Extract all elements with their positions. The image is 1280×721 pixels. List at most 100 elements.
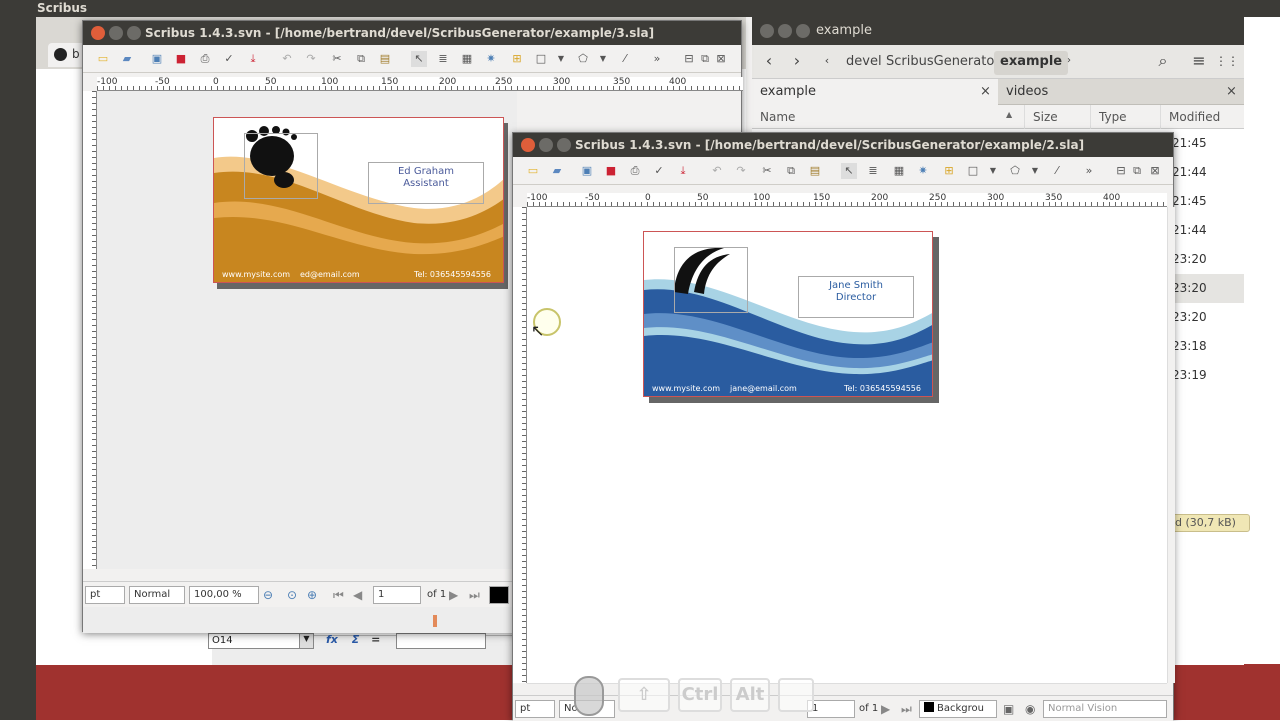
table-icon[interactable]: ⊞ <box>509 51 525 67</box>
chevron-down-icon[interactable]: ▼ <box>553 51 569 67</box>
name-text-frame[interactable]: Jane Smith Director <box>798 276 914 318</box>
undo-icon[interactable]: ↶ <box>279 51 295 67</box>
select-icon[interactable]: ↖ <box>411 51 427 67</box>
polygon-icon[interactable]: ⬠ <box>575 51 591 67</box>
zoom-input[interactable]: 100,00 % <box>189 586 259 604</box>
inner-minimize-icon[interactable]: ⊟ <box>681 51 697 67</box>
zoom-reset-icon[interactable]: ⊙ <box>287 588 297 602</box>
maximize-icon[interactable] <box>557 138 571 152</box>
preview-icon[interactable]: ▣ <box>1003 702 1014 716</box>
zoom-out-icon[interactable]: ⊖ <box>263 588 273 602</box>
new-document-icon[interactable]: ▭ <box>95 51 111 67</box>
table-icon[interactable]: ⊞ <box>941 163 957 179</box>
chevron-down-icon[interactable]: ▼ <box>299 634 313 648</box>
image-frame-icon[interactable]: ▦ <box>891 163 907 179</box>
last-page-icon[interactable]: ⏭ <box>469 588 480 603</box>
redo-icon[interactable]: ↷ <box>303 51 319 67</box>
maximize-icon[interactable] <box>796 24 810 38</box>
last-page-icon[interactable]: ⏭ <box>901 702 912 717</box>
copy-icon[interactable]: ⧉ <box>783 163 799 179</box>
menu-icon[interactable]: ≡ <box>1186 50 1212 74</box>
next-page-icon[interactable]: ▶ <box>449 588 458 602</box>
shape-icon[interactable]: □ <box>533 51 549 67</box>
layer-color-swatch[interactable] <box>489 586 509 604</box>
formula-input[interactable] <box>396 633 486 649</box>
page-input[interactable]: 1 <box>373 586 421 604</box>
save-icon[interactable]: ▣ <box>579 163 595 179</box>
pdf-icon[interactable]: ⤓ <box>675 163 691 179</box>
image-frame-icon[interactable]: ▦ <box>459 51 475 67</box>
forward-icon[interactable]: › <box>784 50 810 74</box>
prev-page-icon[interactable]: ◀ <box>353 588 362 602</box>
preflight-icon[interactable]: ✓ <box>651 163 667 179</box>
search-icon[interactable]: ⌕ <box>1150 50 1176 74</box>
line-icon[interactable]: ⁄ <box>1049 163 1065 179</box>
page-input[interactable]: 1 <box>807 700 855 718</box>
sigma-icon[interactable]: Σ <box>352 633 360 646</box>
eye-icon[interactable]: ◉ <box>1025 702 1035 716</box>
render-frame-icon[interactable]: ✷ <box>483 51 499 67</box>
close-icon[interactable] <box>760 24 774 38</box>
next-page-icon[interactable]: ▶ <box>881 702 890 716</box>
unit-select[interactable]: pt <box>515 700 555 718</box>
text-frame-icon[interactable]: ≣ <box>865 163 881 179</box>
close-tab-icon[interactable]: × <box>1226 79 1237 105</box>
pdf-icon[interactable]: ⤓ <box>245 51 261 67</box>
redo-icon[interactable]: ↷ <box>733 163 749 179</box>
inner-close-icon[interactable]: ⊠ <box>713 51 729 67</box>
undo-icon[interactable]: ↶ <box>709 163 725 179</box>
function-wizard-icon[interactable]: fx Σ = <box>326 633 380 646</box>
tab-videos[interactable]: videos <box>998 79 1244 105</box>
paste-icon[interactable]: ▤ <box>807 163 823 179</box>
image-mode-select[interactable]: Normal <box>129 586 185 604</box>
open-icon[interactable]: ▰ <box>549 163 565 179</box>
close-document-icon[interactable]: ■ <box>173 51 189 67</box>
print-icon[interactable]: ⎙ <box>627 163 643 179</box>
column-modified[interactable]: Modified <box>1160 105 1244 129</box>
more-tools-icon[interactable]: » <box>649 51 665 67</box>
cut-icon[interactable]: ✂ <box>759 163 775 179</box>
text-frame-icon[interactable]: ≣ <box>435 51 451 67</box>
close-icon[interactable] <box>91 26 105 40</box>
paste-icon[interactable]: ▤ <box>377 51 393 67</box>
inner-restore-icon[interactable]: ⧉ <box>697 51 713 67</box>
grid-view-icon[interactable]: ⋮⋮ <box>1214 50 1240 74</box>
minimize-icon[interactable] <box>109 26 123 40</box>
chevron-down-icon[interactable]: ▼ <box>985 163 1001 179</box>
copy-icon[interactable]: ⧉ <box>353 51 369 67</box>
minimize-icon[interactable] <box>539 138 553 152</box>
maximize-icon[interactable] <box>127 26 141 40</box>
chevron-down-icon[interactable]: ▼ <box>1027 163 1043 179</box>
print-icon[interactable]: ⎙ <box>197 51 213 67</box>
inner-minimize-icon[interactable]: ⊟ <box>1113 163 1129 179</box>
save-icon[interactable]: ▣ <box>149 51 165 67</box>
inner-restore-icon[interactable]: ⧉ <box>1129 163 1145 179</box>
vision-select[interactable]: Normal Vision <box>1043 700 1167 718</box>
select-icon[interactable]: ↖ <box>841 163 857 179</box>
cut-icon[interactable]: ✂ <box>329 51 345 67</box>
logo-frame[interactable] <box>674 247 748 313</box>
vertical-scrollbar[interactable] <box>1167 207 1175 683</box>
logo-frame[interactable] <box>244 133 318 199</box>
zoom-in-icon[interactable]: ⊕ <box>307 588 317 602</box>
render-frame-icon[interactable]: ✷ <box>915 163 931 179</box>
tab-example[interactable]: example <box>752 79 998 105</box>
column-name[interactable]: Name <box>752 105 1024 129</box>
chevron-down-icon[interactable]: ▼ <box>595 51 611 67</box>
close-icon[interactable] <box>521 138 535 152</box>
business-card[interactable]: Jane Smith Director www.mysite.com jane@… <box>643 231 933 397</box>
minimize-icon[interactable] <box>778 24 792 38</box>
shape-icon[interactable]: □ <box>965 163 981 179</box>
inner-close-icon[interactable]: ⊠ <box>1147 163 1163 179</box>
name-text-frame[interactable]: Ed Graham Assistant <box>368 162 484 204</box>
close-document-icon[interactable]: ■ <box>603 163 619 179</box>
unit-select[interactable]: pt <box>85 586 125 604</box>
column-size[interactable]: Size <box>1024 105 1090 129</box>
first-page-icon[interactable]: ⏮ <box>333 588 344 603</box>
new-document-icon[interactable]: ▭ <box>525 163 541 179</box>
crumb-right-icon[interactable]: › <box>1056 50 1082 74</box>
business-card[interactable]: Ed Graham Assistant www.mysite.com ed@em… <box>213 117 504 283</box>
crumb-scribusgenerator[interactable]: ScribusGenerator <box>880 51 1006 75</box>
polygon-icon[interactable]: ⬠ <box>1007 163 1023 179</box>
preflight-icon[interactable]: ✓ <box>221 51 237 67</box>
